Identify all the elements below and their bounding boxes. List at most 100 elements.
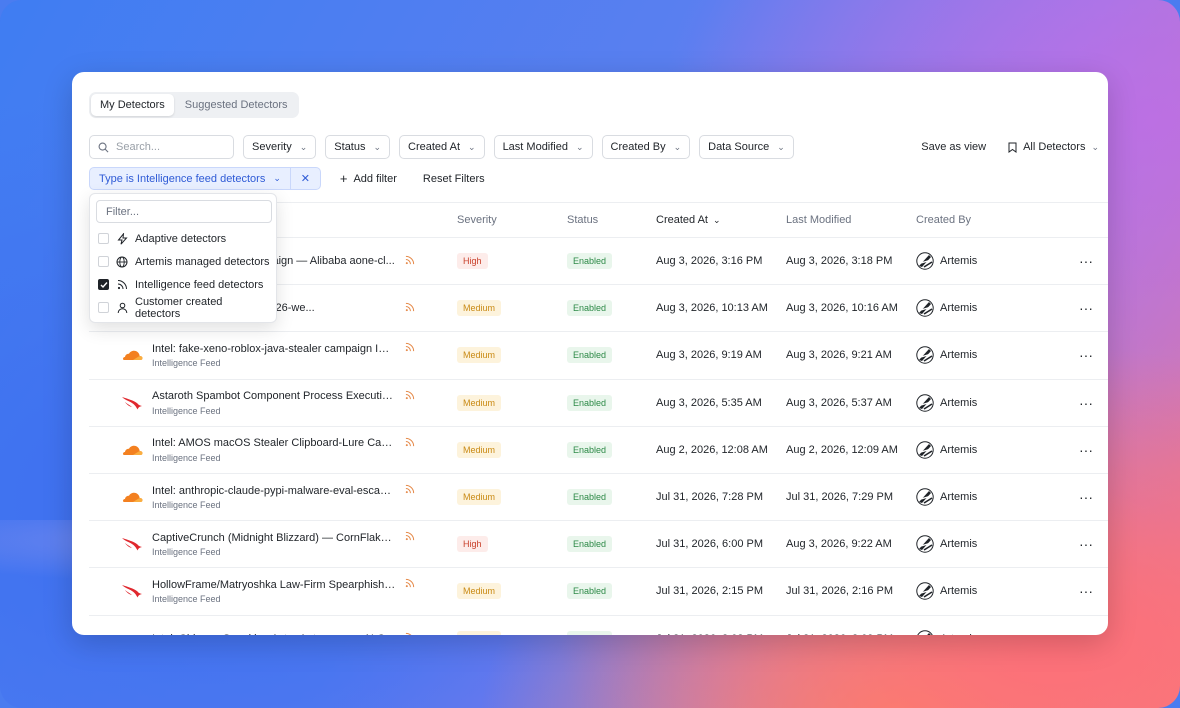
type-filter-chip[interactable]: Type is Intelligence feed detectors ⌄ [89,167,291,190]
checkbox[interactable] [98,302,109,313]
artemis-logo-icon [916,252,934,270]
created-at-filter-button[interactable]: Created At ⌄ [399,135,485,159]
row-more-button[interactable]: ··· [1066,300,1106,316]
crowdstrike-logo [121,536,143,552]
created-at-cell: Jul 31, 2026, 7:28 PM [656,491,764,504]
checkbox[interactable] [98,233,109,244]
data-source-filter-button[interactable]: Data Source ⌄ [699,135,794,159]
add-filter-label: Add filter [353,172,397,185]
detector-name-wrap: Intel: fake-xeno-roblox-java-stealer cam… [152,342,417,368]
detector-name-cell: Astaroth Spambot Component Process Execu… [89,390,440,416]
detector-name-cell: HollowFrame/Matryoshka Law-Firm Spearphi… [89,578,440,604]
search-box[interactable] [89,135,234,159]
dropdown-option[interactable]: Customer created detectors [96,295,270,320]
rss-feed-icon [405,531,417,544]
view-actions: Save as view All Detectors ⌄ [921,135,1099,159]
detector-name-wrap: Intel: anthropic-claude-pypi-malware-eva… [152,484,417,510]
cloudflare-logo [121,442,143,458]
last-modified-filter-button[interactable]: Last Modified ⌄ [493,135,593,159]
created-at-cell: Jul 31, 2026, 6:00 PM [656,538,764,551]
detector-name[interactable]: Intel: fake-xeno-roblox-java-stealer cam… [152,343,397,355]
status-column-header[interactable]: Status [567,214,656,226]
dropdown-filter-input[interactable] [96,200,272,223]
dropdown-option[interactable]: Adaptive detectors [96,227,270,250]
chevron-down-icon: ⌄ [1091,141,1099,152]
detector-name[interactable]: Astaroth Spambot Component Process Execu… [152,390,397,402]
artemis-logo-icon [916,535,934,553]
status-cell: Enabled [567,253,656,270]
row-more-button[interactable]: ··· [1066,583,1106,599]
status-badge: Enabled [567,536,613,553]
plus-icon: + [339,171,348,186]
created-by-cell: Artemis [916,441,1066,459]
row-more-button[interactable]: ··· [1066,442,1106,458]
add-filter-button[interactable]: + Add filter [340,171,397,186]
more-horizontal-icon: ··· [1079,394,1093,411]
bookmark-icon [1008,142,1017,153]
close-icon: ✕ [300,173,310,185]
detector-name-line: Intel: anthropic-claude-pypi-malware-eva… [152,484,417,497]
type-filter-dropdown: Adaptive detectors Artemis managed detect… [89,193,277,323]
severity-cell: Medium [440,583,567,600]
dropdown-option-label: Customer created detectors [135,295,223,320]
row-more-button[interactable]: ··· [1066,347,1106,363]
checkbox[interactable] [98,279,109,290]
detector-name[interactable]: Intel: anthropic-claude-pypi-malware-eva… [152,485,397,497]
detector-name-cell: Intel: Chinese-Speaking Actor Autonomous… [89,631,440,635]
search-input[interactable] [116,141,226,153]
row-more-button[interactable]: ··· [1066,489,1106,505]
detector-name-line: Intel: AMOS macOS Stealer Clipboard-Lure… [152,437,417,450]
detector-name[interactable]: HollowFrame/Matryoshka Law-Firm Spearphi… [152,579,397,591]
row-more-button[interactable]: ··· [1066,395,1106,411]
table-row[interactable]: Intel: anthropic-claude-pypi-malware-eva… [89,474,1108,522]
row-more-button[interactable]: ··· [1066,536,1106,552]
detector-name-wrap: Astaroth Spambot Component Process Execu… [152,390,417,416]
created-by-column-header[interactable]: Created By [916,214,1066,226]
severity-column-header[interactable]: Severity [440,214,567,226]
dropdown-option[interactable]: Intelligence feed detectors [96,273,270,296]
rss-feed-icon [405,342,417,355]
rss-feed-icon [405,578,417,591]
table-row[interactable]: Intel: Chinese-Speaking Actor Autonomous… [89,616,1108,635]
severity-filter-button[interactable]: Severity ⌄ [243,135,317,159]
globe-icon [115,256,129,268]
more-horizontal-icon: ··· [1079,253,1093,270]
all-detectors-button[interactable]: All Detectors ⌄ [1008,141,1099,153]
table-row[interactable]: CaptiveCrunch (Midnight Blizzard) — Corn… [89,521,1108,569]
status-cell: Enabled [567,347,656,364]
table-row[interactable]: Astaroth Spambot Component Process Execu… [89,380,1108,427]
last-modified-cell: Aug 3, 2026, 9:21 AM [786,349,892,362]
tab-suggested-detectors[interactable]: Suggested Detectors [176,94,297,116]
created-at-cell: Aug 3, 2026, 5:35 AM [656,396,762,409]
detector-name[interactable]: CaptiveCrunch (Midnight Blizzard) — Corn… [152,532,397,544]
dropdown-option[interactable]: Artemis managed detectors [96,250,270,273]
table-row[interactable]: Intel: fake-xeno-roblox-java-stealer cam… [89,332,1108,380]
more-horizontal-icon: ··· [1079,489,1093,506]
last-modified-column-header[interactable]: Last Modified [786,214,916,226]
more-horizontal-icon: ··· [1079,536,1093,553]
severity-badge: Medium [457,347,502,364]
detector-name[interactable]: Intel: AMOS macOS Stealer Clipboard-Lure… [152,437,397,449]
status-badge: Enabled [567,253,613,270]
table-row[interactable]: Intel: AMOS macOS Stealer Clipboard-Lure… [89,427,1108,474]
detector-name[interactable]: Intel: Chinese-Speaking Actor Autonomous… [152,633,397,635]
remove-filter-button[interactable]: ✕ [290,167,321,190]
dropdown-options: Adaptive detectors Artemis managed detect… [96,227,270,320]
row-more-button[interactable]: ··· [1066,631,1106,635]
row-more-button[interactable]: ··· [1066,253,1106,269]
status-cell: Enabled [567,536,656,553]
status-filter-button[interactable]: Status ⌄ [325,135,391,159]
more-horizontal-icon: ··· [1079,347,1093,364]
created-at-column-header[interactable]: Created At ⌄ [656,214,786,226]
all-detectors-label: All Detectors [1023,141,1086,153]
tab-my-detectors[interactable]: My Detectors [91,94,174,116]
created-by-filter-button[interactable]: Created By ⌄ [601,135,691,159]
detector-name-line: Intel: Chinese-Speaking Actor Autonomous… [152,632,417,635]
checkbox[interactable] [98,256,109,267]
save-as-view-button[interactable]: Save as view [921,141,986,153]
detector-name-cell: Intel: anthropic-claude-pypi-malware-eva… [89,484,440,510]
chevron-down-icon: ⌄ [299,141,308,152]
reset-filters-button[interactable]: Reset Filters [423,173,485,185]
table-row[interactable]: HollowFrame/Matryoshka Law-Firm Spearphi… [89,568,1108,616]
last-modified-cell: Aug 2, 2026, 12:09 AM [786,443,898,456]
